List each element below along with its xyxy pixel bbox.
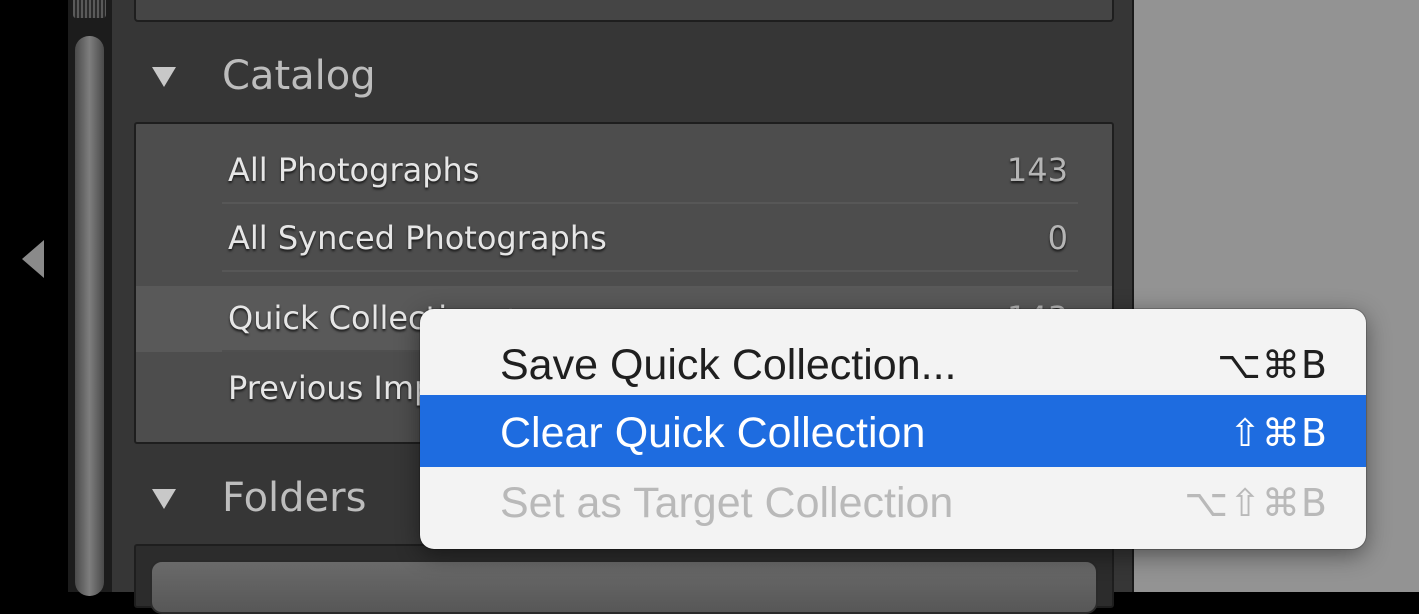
catalog-item-all-photographs[interactable]: All Photographs 143	[136, 138, 1112, 204]
context-menu: Save Quick Collection... ⌥⌘B Clear Quick…	[420, 309, 1366, 549]
scrollbar-thumb[interactable]	[75, 36, 104, 596]
row-divider	[222, 270, 1078, 272]
menu-item-shortcut: ⇧⌘B	[1229, 411, 1328, 455]
volume-header-bar[interactable]	[150, 560, 1098, 614]
menu-item-shortcut: ⌥⌘B	[1217, 343, 1328, 387]
scrollbar-grip[interactable]	[73, 0, 106, 18]
folders-list	[134, 544, 1114, 614]
menu-item-label: Set as Target Collection	[500, 479, 954, 527]
catalog-section-title: Catalog	[222, 53, 376, 99]
disclosure-triangle-icon[interactable]	[152, 489, 176, 509]
menu-item-clear-quick-collection[interactable]: Clear Quick Collection ⇧⌘B	[420, 395, 1366, 467]
menu-item-label: Clear Quick Collection	[500, 409, 926, 457]
catalog-item-label: All Synced Photographs	[228, 219, 607, 257]
catalog-item-count: 0	[1047, 219, 1068, 257]
menu-item-label: Save Quick Collection...	[500, 341, 957, 389]
previous-panel-box	[134, 0, 1114, 22]
disclosure-triangle-icon[interactable]	[152, 67, 176, 87]
panel-scrollbar[interactable]	[68, 0, 112, 596]
menu-item-save-quick-collection[interactable]: Save Quick Collection... ⌥⌘B	[420, 327, 1366, 399]
catalog-item-count: 143	[1006, 151, 1068, 189]
catalog-item-all-synced-photographs[interactable]: All Synced Photographs 0	[136, 206, 1112, 272]
collapse-panel-arrow-icon[interactable]	[22, 240, 44, 278]
catalog-section-header[interactable]: Catalog	[112, 36, 1132, 116]
catalog-item-label: All Photographs	[228, 151, 480, 189]
row-divider	[222, 202, 1078, 204]
menu-item-set-as-target-collection: Set as Target Collection ⌥⇧⌘B	[420, 465, 1366, 537]
menu-item-shortcut: ⌥⇧⌘B	[1184, 481, 1328, 525]
folders-section-title: Folders	[222, 475, 367, 521]
left-panel-strip	[0, 0, 68, 592]
